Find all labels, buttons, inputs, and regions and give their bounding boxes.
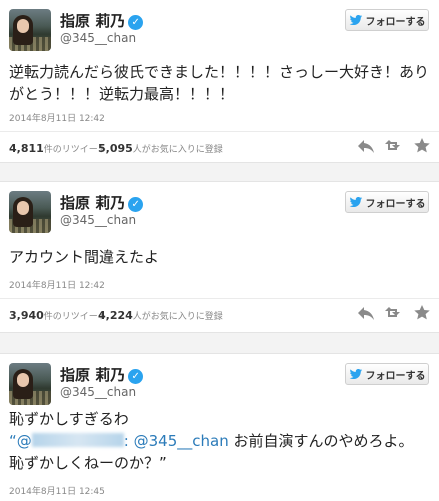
verified-badge-icon: ✓ [128,15,144,30]
avatar[interactable] [9,191,51,233]
user-handle[interactable]: @345__chan [60,31,136,45]
follow-button[interactable]: フォローする [345,191,429,213]
retweet-count[interactable]: 4,811件のリツイート [9,142,107,155]
favorite-star-icon[interactable] [413,305,431,321]
follow-button[interactable]: フォローする [345,363,429,385]
favorite-count[interactable]: 4,224人がお気に入りに登録 [98,309,223,322]
tweet-card-1: 指原 莉乃 ✓ @345__chan フォローする 逆転力読んだら彼氏できました！… [0,0,439,163]
tweet-actions [357,305,431,321]
retweet-icon[interactable] [385,138,403,154]
reply-icon[interactable] [357,138,375,154]
tweet-text: 恥ずかしすぎるわ “@: @345__chan お前自演すんのやめろよ。 恥ずか… [9,408,429,474]
user-handle[interactable]: @345__chan [60,213,136,227]
tweet-actions [357,138,431,154]
display-name[interactable]: 指原 莉乃 ✓ [60,192,144,213]
retweet-icon[interactable] [385,305,403,321]
user-handle[interactable]: @345__chan [60,385,136,399]
retweet-count[interactable]: 3,940件のリツイート [9,309,107,322]
tweet-card-2: 指原 莉乃 ✓ @345__chan フォローする アカウント間違えたよ 2014… [0,181,439,333]
tweet-text-line: 恥ずかしすぎるわ [9,410,129,428]
verified-badge-icon: ✓ [128,197,144,212]
tweet-text: アカウント間違えたよ [9,248,160,266]
tweet-text: 逆転力読んだら彼氏できました！！！！さっしー大好き！ありがとう！！！逆転力最高！… [9,63,430,103]
tweet-text-line: 恥ずかしくねーのか？” [9,454,167,472]
tweet-separator [0,163,439,181]
display-name[interactable]: 指原 莉乃 ✓ [60,364,144,385]
twitter-bird-icon [349,369,362,379]
avatar[interactable] [9,9,51,51]
favorite-count[interactable]: 5,095人がお気に入りに登録 [98,142,223,155]
tweet-separator [0,333,439,353]
twitter-bird-icon [349,15,362,25]
tweet-card-3: 指原 莉乃 ✓ @345__chan フォローする 恥ずかしすぎるわ “@: @3… [0,353,439,501]
reply-icon[interactable] [357,305,375,321]
tweet-text-line: “@: @345__chan お前自演すんのやめろよ。 [9,432,414,450]
follow-button[interactable]: フォローする [345,9,429,31]
tweet-stats: 3,940件のリツイート 4,224人がお気に入りに登録 [0,298,439,328]
redacted-username [31,433,124,447]
timestamp[interactable]: 2014年8月11日 12:42 [9,278,105,291]
twitter-bird-icon [349,197,362,207]
timestamp[interactable]: 2014年8月11日 12:45 [9,484,105,497]
favorite-star-icon[interactable] [413,138,431,154]
mention-link[interactable]: @345__chan [134,432,229,450]
timestamp[interactable]: 2014年8月11日 12:42 [9,111,105,124]
avatar[interactable] [9,363,51,405]
display-name[interactable]: 指原 莉乃 ✓ [60,10,144,31]
tweet-stats: 4,811件のリツイート 5,095人がお気に入りに登録 [0,131,439,161]
verified-badge-icon: ✓ [128,369,144,384]
